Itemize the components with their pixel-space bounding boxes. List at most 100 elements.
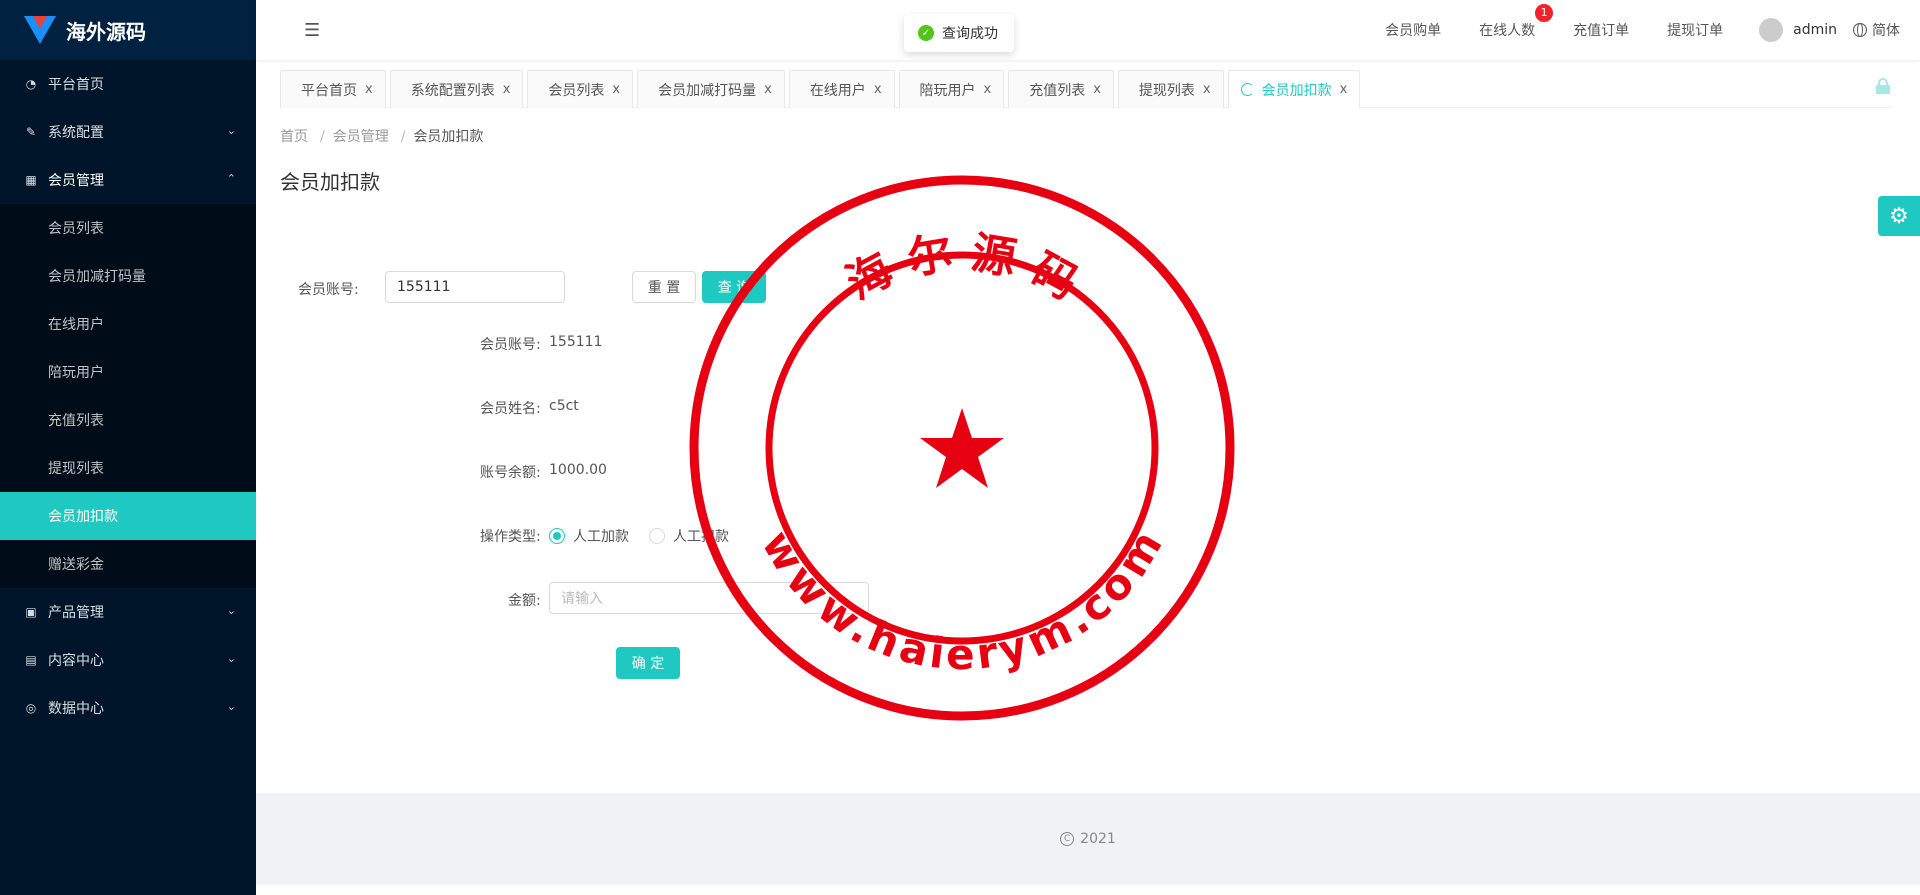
- radio-manual-add[interactable]: 人工加款: [549, 526, 629, 546]
- tab-label: 充值列表: [1029, 82, 1086, 99]
- logo[interactable]: 海外源码: [0, 0, 256, 60]
- breadcrumb: 首页 / 会员管理 / 会员加扣款: [280, 126, 487, 146]
- page-title: 会员加扣款: [280, 170, 380, 194]
- sidebar-item-member-adjust-balance[interactable]: 会员加扣款: [0, 492, 256, 540]
- tab-label: 平台首页: [301, 82, 357, 99]
- radio-label: 人工加款: [573, 529, 629, 545]
- sidebar-submenu-member: 会员列表 会员加减打码量 在线用户 陪玩用户 充值列表 提现列表 会员加扣款 赠…: [0, 204, 256, 588]
- close-icon[interactable]: x: [874, 82, 882, 97]
- sidebar-item-label: 产品管理: [48, 605, 104, 621]
- sidebar-item-content-center[interactable]: ▤ 内容中心 ⌄: [0, 636, 256, 684]
- sidebar-item-label: 数据中心: [48, 701, 104, 717]
- chevron-down-icon: ⌄: [226, 604, 236, 617]
- check-circle-icon: ✓: [918, 25, 934, 41]
- avatar: [1759, 18, 1784, 42]
- close-icon[interactable]: x: [1340, 82, 1348, 97]
- header-link-recharge-orders[interactable]: 充值订单: [1573, 20, 1629, 40]
- tab-bar: 平台首页 x 系统配置列表 x 会员列表 x 会员加减打码量 x 在线用户 x 陪玩用户 x…: [280, 70, 1892, 108]
- tab-label: 会员加扣款: [1261, 82, 1332, 99]
- username: admin: [1793, 22, 1837, 38]
- amount-input[interactable]: 请输入: [549, 582, 869, 614]
- close-icon[interactable]: x: [612, 82, 620, 97]
- chevron-down-icon: ⌄: [226, 652, 236, 665]
- language-switcher[interactable]: 简体: [1853, 20, 1900, 40]
- breadcrumb-item-home[interactable]: 首页: [280, 129, 308, 145]
- sidebar-item-withdraw-list[interactable]: 提现列表: [0, 444, 256, 492]
- appstore-icon: ▣: [25, 605, 37, 619]
- sidebar-item-home[interactable]: ◔ 平台首页: [0, 60, 256, 108]
- tab-label: 会员列表: [548, 82, 605, 99]
- query-button[interactable]: 查 询: [702, 271, 766, 303]
- notification-badge: 1: [1535, 4, 1554, 22]
- reset-button[interactable]: 重 置: [632, 271, 696, 303]
- copyright-icon: C: [1060, 832, 1075, 846]
- profile-icon: ▤: [25, 653, 37, 667]
- header-link-online-count[interactable]: 在线人数 1: [1479, 4, 1554, 40]
- header-link-withdraw-orders[interactable]: 提现订单: [1667, 20, 1723, 40]
- tab-member-betting-volume[interactable]: 会员加减打码量 x: [637, 70, 785, 108]
- close-icon[interactable]: x: [365, 82, 373, 97]
- lock-icon[interactable]: [1876, 78, 1890, 94]
- close-icon[interactable]: x: [984, 82, 992, 97]
- check-circle-icon: ◎: [25, 701, 37, 715]
- radio-indicator: [649, 528, 665, 544]
- detail-name-value: c5ct: [549, 398, 579, 414]
- confirm-button[interactable]: 确 定: [616, 647, 680, 679]
- tab-online-users[interactable]: 在线用户 x: [788, 70, 895, 108]
- sidebar-item-member-list[interactable]: 会员列表: [0, 204, 256, 252]
- tab-label: 陪玩用户: [919, 82, 976, 99]
- tab-system-config-list[interactable]: 系统配置列表 x: [389, 70, 524, 108]
- detail-balance-label: 账号余额:: [480, 465, 541, 481]
- close-icon[interactable]: x: [1093, 82, 1101, 97]
- detail-account-label: 会员账号:: [480, 337, 541, 353]
- sidebar-item-online-users[interactable]: 在线用户: [0, 300, 256, 348]
- detail-balance-value: 1000.00: [549, 462, 607, 478]
- header-link-label: 在线人数: [1479, 23, 1536, 39]
- user-menu[interactable]: admin: [1759, 18, 1837, 42]
- sidebar-item-member-management[interactable]: ▦ 会员管理 ⌃: [0, 156, 256, 204]
- detail-account-value: 155111: [549, 334, 603, 350]
- close-icon[interactable]: x: [503, 82, 511, 97]
- sidebar: 海外源码 ◔ 平台首页 ✎ 系统配置 ⌄ ▦ 会员管理 ⌃ 会员列表 会员加减打…: [0, 0, 256, 895]
- header-link-member-orders[interactable]: 会员购单: [1385, 20, 1441, 40]
- tab-recharge-list[interactable]: 充值列表 x: [1008, 70, 1114, 108]
- sidebar-item-label: 系统配置: [48, 125, 104, 141]
- sidebar-item-companion-users[interactable]: 陪玩用户: [0, 348, 256, 396]
- sidebar-item-recharge-list[interactable]: 充值列表: [0, 396, 256, 444]
- seal-top-text: 海 尔 源 码: [838, 227, 1086, 309]
- radio-label: 人工扣款: [673, 529, 729, 545]
- close-icon[interactable]: x: [764, 82, 772, 97]
- tab-member-adjust-balance[interactable]: 会员加扣款 x: [1227, 70, 1361, 108]
- seal-outer-ring: [689, 175, 1235, 721]
- globe-icon: [1853, 23, 1867, 37]
- top-header: ☰ 会员购单 在线人数 1 充值订单 提现订单 admin 简体: [256, 0, 1920, 60]
- footer-year: 2021: [1080, 831, 1116, 847]
- tab-member-list[interactable]: 会员列表 x: [527, 70, 634, 108]
- tab-companion-users[interactable]: 陪玩用户 x: [898, 70, 1005, 108]
- search-account-input[interactable]: 155111: [385, 271, 565, 303]
- sidebar-item-data-center[interactable]: ◎ 数据中心 ⌄: [0, 684, 256, 732]
- sidebar-item-system-config[interactable]: ✎ 系统配置 ⌄: [0, 108, 256, 156]
- header-right: 会员购单 在线人数 1 充值订单 提现订单 admin 简体: [1347, 0, 1900, 60]
- sidebar-item-label: 平台首页: [48, 77, 104, 93]
- search-account-label: 会员账号:: [298, 282, 359, 298]
- menu-fold-icon[interactable]: ☰: [304, 20, 320, 41]
- sidebar-item-label: 会员管理: [48, 173, 104, 189]
- settings-gear-icon[interactable]: ⚙: [1878, 196, 1920, 236]
- close-icon[interactable]: x: [1203, 82, 1211, 97]
- radio-manual-deduct[interactable]: 人工扣款: [649, 526, 729, 546]
- sidebar-item-gift-bonus[interactable]: 赠送彩金: [0, 540, 256, 588]
- edit-icon: ✎: [25, 125, 37, 139]
- sidebar-item-product-management[interactable]: ▣ 产品管理 ⌄: [0, 588, 256, 636]
- tab-withdraw-list[interactable]: 提现列表 x: [1117, 70, 1224, 108]
- reload-icon[interactable]: [1240, 83, 1254, 96]
- tab-home[interactable]: 平台首页 x: [280, 70, 386, 108]
- watermark-seal: 海 尔 源 码 www.haierym.com: [689, 175, 1235, 721]
- breadcrumb-separator: /: [320, 129, 325, 145]
- operation-type-label: 操作类型:: [480, 529, 541, 545]
- sidebar-item-member-betting-volume[interactable]: 会员加减打码量: [0, 252, 256, 300]
- breadcrumb-item-member[interactable]: 会员管理: [333, 129, 389, 145]
- dashboard-icon: ◔: [25, 77, 37, 91]
- logo-icon: [24, 16, 56, 44]
- tab-label: 会员加减打码量: [658, 82, 757, 99]
